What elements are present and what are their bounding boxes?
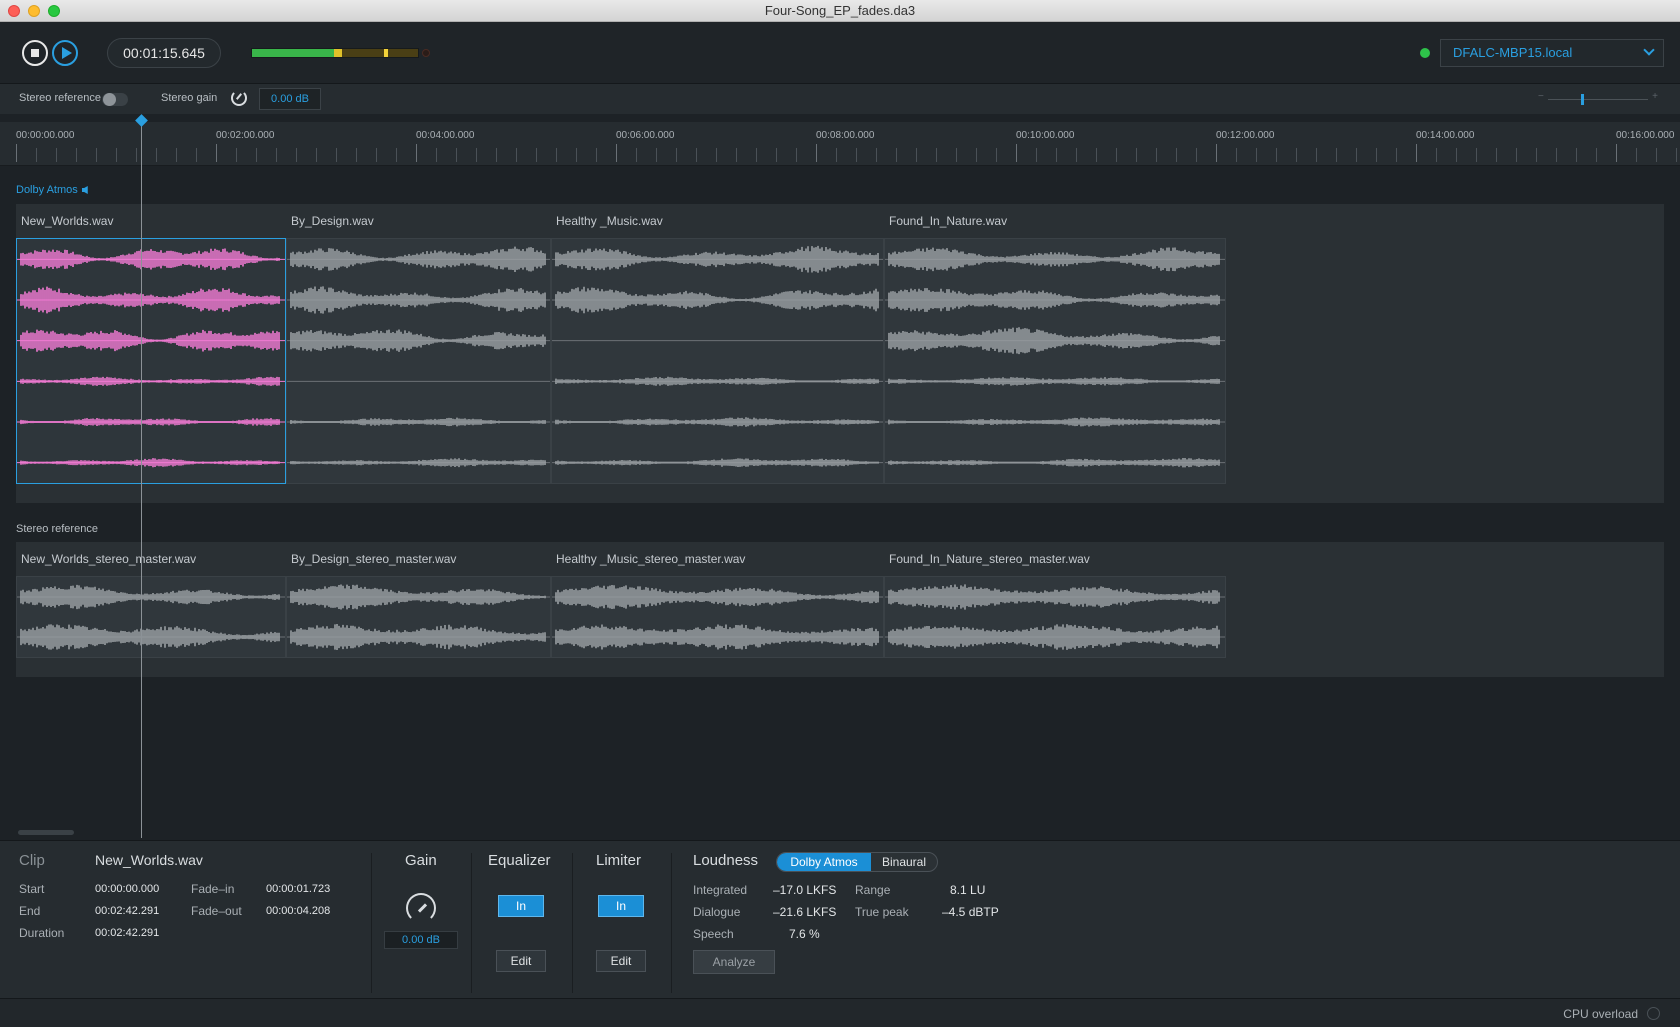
- clip-indicator: [422, 49, 430, 57]
- zoom-slider[interactable]: − +: [1538, 91, 1658, 105]
- clip-name: Healthy _Music_stereo_master.wav: [556, 552, 746, 566]
- output-level-meter: [251, 48, 419, 58]
- tab-dolby-atmos[interactable]: Dolby Atmos: [777, 853, 871, 871]
- ruler-label: 00:04:00.000: [416, 130, 475, 141]
- stereo-clip-healthy-music[interactable]: [551, 576, 884, 658]
- timeline-ruler[interactable]: 00:00:00.000 00:02:00.000 00:04:00.000 0…: [0, 122, 1680, 166]
- device-name: DFALC-MBP15.local: [1453, 45, 1573, 60]
- status-bar: CPU overload: [0, 998, 1680, 1027]
- stereo-toolbar: Stereo reference Stereo gain 0.00 dB − +: [0, 84, 1680, 114]
- dialogue-value: –21.6 LKFS: [773, 905, 837, 919]
- duration-label: Duration: [19, 926, 65, 940]
- end-label: End: [19, 904, 41, 918]
- fade-out-value[interactable]: 00:00:04.208: [266, 905, 330, 917]
- cpu-overload-label: CPU overload: [1563, 1007, 1638, 1021]
- stereo-gain-knob[interactable]: [231, 90, 247, 106]
- stereo-clip-new-worlds[interactable]: [16, 576, 286, 658]
- ruler-label: 00:08:00.000: [816, 130, 875, 141]
- clip-name: By_Design_stereo_master.wav: [291, 552, 457, 566]
- atmos-track-label: Dolby Atmos: [16, 184, 78, 196]
- device-select[interactable]: DFALC-MBP15.local: [1440, 39, 1664, 67]
- play-button[interactable]: [52, 40, 78, 66]
- cpu-overload-icon: [1647, 1007, 1660, 1020]
- zoom-in-icon[interactable]: +: [1652, 91, 1658, 102]
- stereo-gain-field[interactable]: 0.00 dB: [259, 88, 321, 110]
- clip-name: New_Worlds_stereo_master.wav: [21, 552, 197, 566]
- speech-value: 7.6 %: [789, 927, 820, 941]
- speaker-icon[interactable]: [81, 186, 88, 194]
- window-title: Four-Song_EP_fades.da3: [764, 3, 916, 18]
- tab-binaural[interactable]: Binaural: [871, 853, 937, 871]
- true-peak-label: True peak: [855, 905, 909, 919]
- ruler-label: 00:06:00.000: [616, 130, 675, 141]
- fade-in-value[interactable]: 00:00:01.723: [266, 883, 330, 895]
- stereo-reference-label: Stereo reference: [19, 92, 101, 104]
- fade-out-label: Fade–out: [191, 904, 242, 918]
- connection-status-icon: [1420, 48, 1430, 58]
- peak-indicator: [384, 49, 388, 57]
- integrated-value: –17.0 LKFS: [773, 883, 837, 897]
- ruler-label: 00:10:00.000: [1016, 130, 1075, 141]
- clip-name: Healthy _Music.wav: [556, 214, 663, 228]
- clip-name: Found_In_Nature_stereo_master.wav: [889, 552, 1090, 566]
- chevron-down-icon: [1643, 44, 1655, 56]
- speech-label: Speech: [693, 927, 734, 941]
- end-value[interactable]: 00:02:42.291: [95, 905, 159, 917]
- ruler-label: 00:02:00.000: [216, 130, 275, 141]
- clip-name: New_Worlds.wav: [21, 214, 114, 228]
- gain-value-field[interactable]: 0.00 dB: [384, 931, 458, 949]
- zoom-handle[interactable]: [1581, 94, 1584, 105]
- stop-button[interactable]: [22, 40, 48, 66]
- integrated-label: Integrated: [693, 883, 748, 897]
- fade-in-label: Fade–in: [191, 882, 235, 896]
- stereo-clip-by-design[interactable]: [286, 576, 551, 658]
- atmos-track-header[interactable]: Dolby Atmos: [16, 184, 88, 196]
- atmos-track-lane: New_Worlds.wav By_Design.wav Healthy _Mu…: [16, 204, 1664, 503]
- start-label: Start: [19, 882, 45, 896]
- clip-name: Found_In_Nature.wav: [889, 214, 1008, 228]
- start-value[interactable]: 00:00:00.000: [95, 883, 159, 895]
- loudness-section-title: Loudness: [693, 852, 759, 869]
- atmos-clip-new-worlds[interactable]: [16, 238, 286, 484]
- limiter-section-title: Limiter: [596, 852, 642, 869]
- stereo-track-lane: New_Worlds_stereo_master.wav By_Design_s…: [16, 542, 1664, 677]
- limiter-edit-button[interactable]: Edit: [596, 950, 646, 972]
- gain-knob[interactable]: [406, 893, 436, 923]
- timecode-display: 00:01:15.645: [107, 38, 221, 68]
- ruler-label: 00:16:00.000: [1616, 130, 1675, 141]
- ruler-label: 00:12:00.000: [1216, 130, 1275, 141]
- analyze-button[interactable]: Analyze: [693, 950, 775, 974]
- clip-section-title: Clip: [19, 852, 45, 869]
- playhead-line[interactable]: [141, 118, 142, 838]
- true-peak-value: –4.5 dBTP: [942, 905, 999, 919]
- equalizer-in-button[interactable]: In: [498, 895, 544, 917]
- ruler-major-ticks: [16, 144, 1680, 162]
- range-label: Range: [855, 883, 891, 897]
- title-bar: Four-Song_EP_fades.da3: [0, 0, 1680, 22]
- clip-name-value: New_Worlds.wav: [95, 852, 203, 868]
- stereo-reference-toggle[interactable]: [102, 93, 128, 106]
- gain-section-title: Gain: [405, 852, 437, 869]
- transport-bar: 00:01:15.645 DFALC-MBP15.local: [0, 22, 1680, 84]
- horizontal-scrollbar[interactable]: [18, 830, 74, 835]
- app-window: Four-Song_EP_fades.da3 00:01:15.645 DFAL…: [0, 0, 1680, 1027]
- stereo-track-header[interactable]: Stereo reference: [16, 523, 98, 535]
- limiter-in-button[interactable]: In: [598, 895, 644, 917]
- clip-name: By_Design.wav: [291, 214, 374, 228]
- zoom-out-icon[interactable]: −: [1538, 91, 1544, 102]
- duration-value[interactable]: 00:02:42.291: [95, 927, 159, 939]
- stereo-clip-found-in-nature[interactable]: [884, 576, 1226, 658]
- equalizer-section-title: Equalizer: [488, 852, 551, 869]
- inspector-panel: Clip New_Worlds.wav Start 00:00:00.000 E…: [0, 840, 1680, 998]
- atmos-clip-healthy-music[interactable]: [551, 238, 884, 484]
- loudness-mode-toggle: Dolby Atmos Binaural: [776, 852, 938, 872]
- dialogue-label: Dialogue: [693, 905, 741, 919]
- atmos-clip-by-design[interactable]: [286, 238, 551, 484]
- equalizer-edit-button[interactable]: Edit: [496, 950, 546, 972]
- range-value: 8.1 LU: [950, 883, 986, 897]
- ruler-label: 00:14:00.000: [1416, 130, 1475, 141]
- ruler-label: 00:00:00.000: [16, 130, 75, 141]
- stereo-gain-label: Stereo gain: [161, 92, 218, 104]
- atmos-clip-found-in-nature[interactable]: [884, 238, 1226, 484]
